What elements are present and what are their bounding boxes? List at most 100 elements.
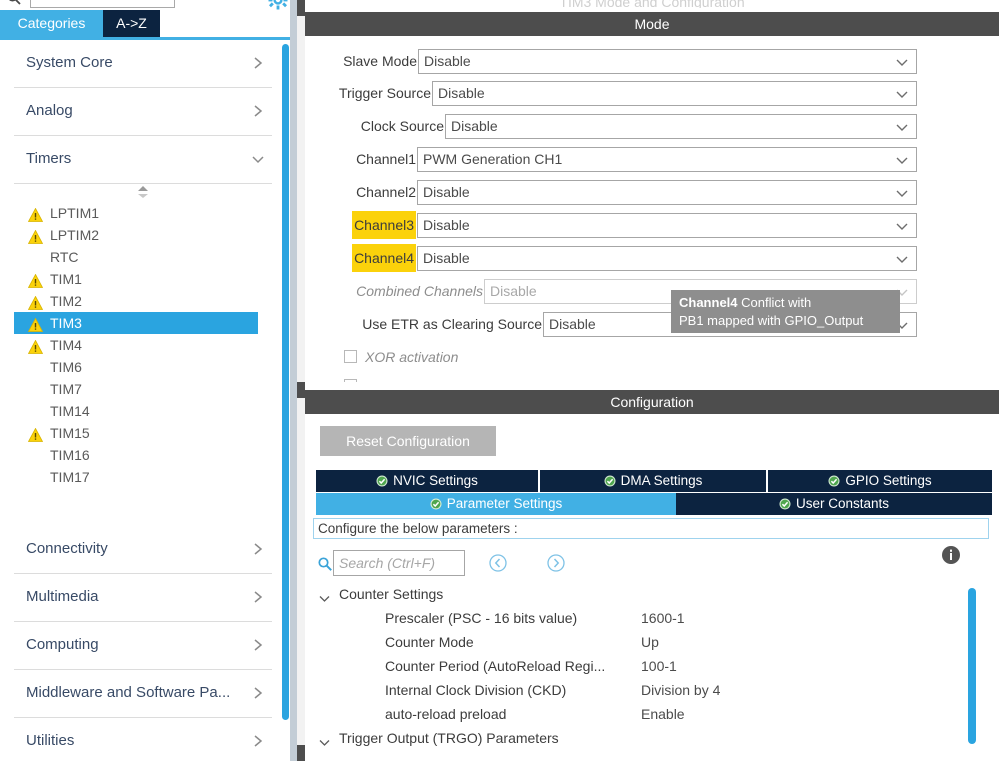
config-tabs-row-1: NVIC Settings DMA Settings GPIO Settings: [316, 470, 992, 492]
parameter-value[interactable]: Up: [641, 630, 659, 654]
tree-group-trigger-output[interactable]: Trigger Output (TRGO) Parameters: [305, 726, 999, 750]
window-title: TIM3 Mode and Configuration: [559, 0, 745, 8]
tab-dma-settings[interactable]: DMA Settings: [540, 470, 766, 492]
parameter-search-input[interactable]: Search (Ctrl+F): [333, 550, 465, 576]
list-item-tim4[interactable]: TIM4: [14, 334, 272, 356]
sidebar-item-multimedia[interactable]: Multimedia: [14, 574, 272, 622]
mode-row-trigger-source: Trigger Source Disable: [305, 79, 917, 107]
chevron-down-icon: [895, 186, 909, 200]
checkbox-clipped[interactable]: [344, 379, 357, 382]
dropdown-channel4[interactable]: Disable: [417, 246, 917, 271]
sidebar-item-computing[interactable]: Computing: [14, 622, 272, 670]
tab-nvic-settings[interactable]: NVIC Settings: [316, 470, 538, 492]
chevron-down-icon: [895, 55, 909, 69]
chevron-right-icon: [250, 101, 266, 121]
sidebar-item-middleware[interactable]: Middleware and Software Pa...: [14, 670, 272, 718]
sidebar-search-input[interactable]: [30, 0, 175, 8]
list-item-tim17[interactable]: TIM17: [14, 466, 272, 488]
chevron-down-icon: [895, 252, 909, 266]
list-item-label: LPTIM1: [50, 205, 100, 221]
tab-parameter-settings[interactable]: Parameter Settings: [316, 493, 676, 515]
list-item-tim1[interactable]: TIM1: [14, 268, 272, 290]
tab-label: GPIO Settings: [845, 473, 932, 488]
list-item-tim3[interactable]: TIM3: [14, 312, 258, 334]
sidebar-item-timers[interactable]: Timers: [14, 136, 272, 184]
dropdown-value: Disable: [423, 184, 470, 200]
tab-categories[interactable]: Categories: [0, 10, 103, 37]
parameter-tree-scrollbar-thumb[interactable]: [968, 588, 976, 744]
checkbox-row-clipped[interactable]: [344, 376, 644, 382]
timer-peripheral-list: LPTIM1 LPTIM2 RTC TIM1 TIM2 TIM3 TIM4 TI…: [14, 202, 272, 526]
table-row[interactable]: Counter Period (AutoReload Regi... 100-1: [305, 654, 999, 678]
sidebar-item-connectivity[interactable]: Connectivity: [14, 526, 272, 574]
list-item-label: TIM16: [50, 447, 90, 463]
chevron-down-icon[interactable]: [318, 588, 331, 602]
dropdown-channel2[interactable]: Disable: [417, 180, 917, 205]
parameter-value[interactable]: Enable: [641, 702, 685, 726]
list-item-lptim2[interactable]: LPTIM2: [14, 224, 272, 246]
list-item-lptim1[interactable]: LPTIM1: [14, 202, 272, 224]
check-circle-icon: [430, 495, 442, 510]
dropdown-channel1[interactable]: PWM Generation CH1: [417, 147, 917, 172]
dropdown-channel3[interactable]: Disable: [417, 213, 917, 238]
parameter-value[interactable]: 100-1: [641, 654, 677, 678]
list-item-tim6[interactable]: TIM6: [14, 356, 272, 378]
mode-label-channel4: Channel4: [352, 244, 416, 272]
list-item-label: TIM6: [50, 359, 82, 375]
chevron-left-circle-icon[interactable]: [489, 554, 507, 572]
dropdown-clock-source[interactable]: Disable: [445, 114, 917, 139]
dropdown-slave-mode[interactable]: Disable: [418, 49, 917, 74]
info-icon[interactable]: [941, 545, 961, 565]
component-sidebar: Categories A->Z System Core Analog Timer…: [0, 0, 296, 761]
list-item-tim15[interactable]: TIM15: [14, 422, 272, 444]
checkbox-xor-activation[interactable]: [344, 350, 357, 363]
tab-label: DMA Settings: [620, 473, 703, 488]
checkbox-row-xor-activation[interactable]: XOR activation: [344, 347, 644, 369]
mode-row-channel2: Channel2 Disable: [305, 178, 917, 206]
config-tabs-row-2: Parameter Settings User Constants: [316, 493, 992, 515]
splitter-handle-top[interactable]: [297, 0, 305, 16]
list-item-tim2[interactable]: TIM2: [14, 290, 272, 312]
splitter-handle-middle[interactable]: [297, 382, 305, 398]
sidebar-item-utilities[interactable]: Utilities: [14, 718, 272, 761]
splitter-handle-bottom[interactable]: [297, 745, 305, 761]
chevron-down-icon: [895, 120, 909, 134]
mode-row-slave-mode: Slave Mode Disable: [305, 47, 917, 75]
table-row[interactable]: Counter Mode Up: [305, 630, 999, 654]
tree-group-counter-settings[interactable]: Counter Settings: [305, 582, 999, 606]
parameter-value[interactable]: 1600-1: [641, 606, 685, 630]
panel-expand-arrow-icon[interactable]: [987, 12, 999, 36]
tab-label: User Constants: [795, 496, 890, 511]
table-row[interactable]: Prescaler (PSC - 16 bits value) 1600-1: [305, 606, 999, 630]
sidebar-scrollbar-thumb[interactable]: [282, 44, 289, 720]
reset-configuration-button[interactable]: Reset Configuration: [320, 426, 496, 456]
panel-splitter[interactable]: [297, 0, 305, 761]
timers-collapse-handle[interactable]: [14, 184, 272, 202]
dropdown-trigger-source[interactable]: Disable: [432, 81, 917, 106]
chevron-down-icon: [895, 87, 909, 101]
table-row[interactable]: Internal Clock Division (CKD) Division b…: [305, 678, 999, 702]
parameter-value[interactable]: Division by 4: [641, 678, 720, 702]
warning-icon: [27, 206, 44, 222]
tab-a-to-z[interactable]: A->Z: [103, 10, 160, 37]
list-item-rtc[interactable]: RTC: [14, 246, 272, 268]
gear-icon[interactable]: [268, 0, 288, 10]
chevron-down-icon[interactable]: [318, 732, 331, 746]
list-item-label: TIM1: [50, 271, 82, 287]
tab-label: Parameter Settings: [446, 496, 563, 511]
sidebar-item-analog[interactable]: Analog: [14, 88, 272, 136]
list-item-tim7[interactable]: TIM7: [14, 378, 272, 400]
tab-user-constants[interactable]: User Constants: [676, 493, 992, 515]
sidebar-item-label: System Core: [26, 54, 113, 71]
list-item-tim14[interactable]: TIM14: [14, 400, 272, 422]
parameter-name: Prescaler (PSC - 16 bits value): [385, 610, 578, 626]
warning-icon: [27, 426, 44, 442]
table-row[interactable]: auto-reload preload Enable: [305, 702, 999, 726]
list-item-tim16[interactable]: TIM16: [14, 444, 272, 466]
parameter-name: Counter Mode: [385, 634, 474, 650]
tree-group-label: Counter Settings: [339, 586, 444, 602]
chevron-right-circle-icon[interactable]: [547, 554, 565, 572]
sidebar-item-system-core[interactable]: System Core: [14, 40, 272, 88]
tab-gpio-settings[interactable]: GPIO Settings: [768, 470, 992, 492]
